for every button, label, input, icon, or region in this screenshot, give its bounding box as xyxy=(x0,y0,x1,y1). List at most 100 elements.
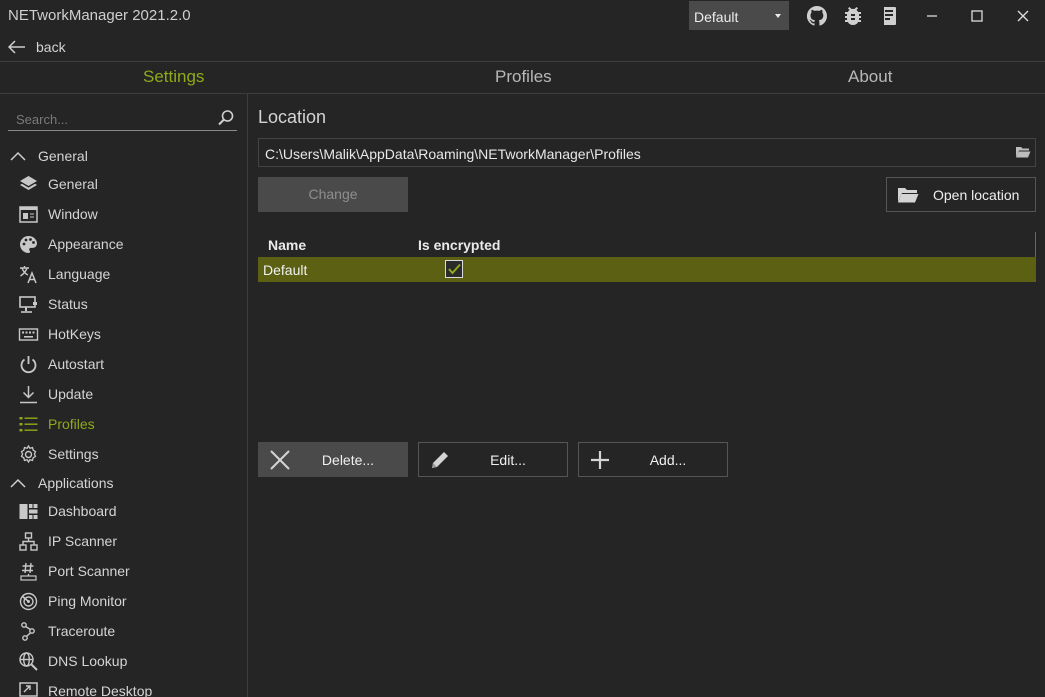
sidebar-item-hotkeys[interactable]: HotKeys xyxy=(18,321,238,347)
sidebar-item-dashboard[interactable]: Dashboard xyxy=(18,498,238,524)
sidebar-item-label: Remote Desktop xyxy=(48,683,153,697)
change-button[interactable]: Change xyxy=(258,177,408,212)
palette-icon xyxy=(18,234,39,255)
sidebar-item-label: Settings xyxy=(48,446,99,462)
chevron-down-icon xyxy=(775,14,781,18)
column-header-is-encrypted[interactable]: Is encrypted xyxy=(418,237,500,253)
maximize-icon[interactable] xyxy=(967,6,987,26)
edit-label: Edit... xyxy=(490,452,526,468)
list-icon xyxy=(18,414,39,435)
add-label: Add... xyxy=(649,452,687,468)
sidebar-item-label: Profiles xyxy=(48,416,95,432)
tab-about[interactable]: About xyxy=(848,67,892,87)
sidebar-item-label: Window xyxy=(48,206,98,222)
chevron-up-icon xyxy=(8,150,28,162)
keyboard-icon xyxy=(18,324,39,345)
open-location-button[interactable]: Open location xyxy=(886,177,1036,212)
sidebar-item-ip-scanner[interactable]: IP Scanner xyxy=(18,528,238,554)
open-location-label: Open location xyxy=(933,186,1020,203)
checkmark-icon xyxy=(448,263,461,275)
sidebar-item-label: General xyxy=(48,176,98,192)
sidebar-item-autostart[interactable]: Autostart xyxy=(18,351,238,377)
search-input[interactable] xyxy=(8,105,208,129)
folder-icon xyxy=(897,186,919,204)
table-row[interactable]: Default xyxy=(258,257,1036,282)
monitor-network-icon xyxy=(18,294,39,315)
encrypted-checkbox[interactable] xyxy=(445,260,463,278)
column-header-name[interactable]: Name xyxy=(268,237,306,253)
window-icon xyxy=(18,204,39,225)
power-icon xyxy=(18,354,39,375)
book-icon[interactable] xyxy=(877,4,901,28)
sidebar-item-appearance[interactable]: Appearance xyxy=(18,231,238,257)
sidebar-item-profiles[interactable]: Profiles xyxy=(18,411,238,437)
sidebar-item-label: Dashboard xyxy=(48,503,117,519)
sidebar-item-status[interactable]: Status xyxy=(18,291,238,317)
sidebar-item-label: Ping Monitor xyxy=(48,593,127,609)
group-header-general[interactable]: General xyxy=(8,145,88,167)
sidebar-item-label: Language xyxy=(48,266,111,282)
arrow-left-icon xyxy=(8,40,26,54)
sidebar-item-general[interactable]: General xyxy=(18,171,238,197)
magnify-globe-icon xyxy=(18,651,39,672)
group-header-applications[interactable]: Applications xyxy=(8,472,114,494)
sidebar-item-port-scanner[interactable]: Port Scanner xyxy=(18,558,238,584)
routes-icon xyxy=(18,621,39,642)
group-label-general: General xyxy=(38,148,88,164)
theme-selected-value: Default xyxy=(694,9,739,25)
sidebar-item-label: Port Scanner xyxy=(48,563,130,579)
settings-sidebar: General General Window Appearance Langua… xyxy=(0,94,248,697)
sidebar-item-dns-lookup[interactable]: DNS Lookup xyxy=(18,648,238,674)
gear-icon xyxy=(18,444,39,465)
top-tabs: Settings Profiles About xyxy=(0,61,1045,94)
layers-icon xyxy=(18,174,39,195)
sidebar-item-traceroute[interactable]: Traceroute xyxy=(18,618,238,644)
sidebar-item-label: Update xyxy=(48,386,94,402)
theme-dropdown[interactable]: Default xyxy=(689,1,789,30)
sidebar-item-label: DNS Lookup xyxy=(48,653,128,669)
back-button[interactable]: back xyxy=(8,37,66,57)
profiles-table: Name Is encrypted Default xyxy=(258,232,1036,282)
dashboard-icon xyxy=(18,501,39,522)
profile-name-cell: Default xyxy=(263,262,308,278)
profiles-location-value: C:\Users\Malik\AppData\Roaming\NETworkMa… xyxy=(265,146,641,162)
sidebar-item-label: IP Scanner xyxy=(48,533,118,549)
search-icon[interactable] xyxy=(217,109,235,127)
sidebar-item-settings[interactable]: Settings xyxy=(18,441,238,467)
sidebar-item-ping-monitor[interactable]: Ping Monitor xyxy=(18,588,238,614)
delete-label: Delete... xyxy=(321,452,375,468)
sidebar-item-label: Appearance xyxy=(48,236,124,252)
sidebar-item-label: Traceroute xyxy=(48,623,116,639)
translate-icon xyxy=(18,264,39,285)
bug-icon[interactable] xyxy=(841,4,865,28)
back-label: back xyxy=(36,39,66,55)
group-label-applications: Applications xyxy=(38,475,114,491)
table-header: Name Is encrypted xyxy=(258,232,1036,257)
add-profile-button[interactable]: Add... xyxy=(578,442,728,477)
sidebar-item-language[interactable]: Language xyxy=(18,261,238,287)
sidebar-item-window[interactable]: Window xyxy=(18,201,238,227)
lan-icon xyxy=(18,531,39,552)
edit-profile-button[interactable]: Edit... xyxy=(418,442,568,477)
sidebar-item-remote-desktop[interactable]: Remote Desktop xyxy=(18,678,238,697)
sidebar-item-label: HotKeys xyxy=(48,326,101,342)
sidebar-item-label: Autostart xyxy=(48,356,105,372)
tab-settings[interactable]: Settings xyxy=(143,67,204,87)
tab-profiles[interactable]: Profiles xyxy=(495,67,552,87)
github-icon[interactable] xyxy=(805,4,829,28)
sidebar-item-label: Status xyxy=(48,296,88,312)
profiles-settings-panel: Location C:\Users\Malik\AppData\Roaming\… xyxy=(248,94,1045,697)
chevron-up-icon xyxy=(8,477,28,489)
app-title: NETworkManager 2021.2.0 xyxy=(8,7,191,24)
close-icon[interactable] xyxy=(1013,6,1033,26)
section-title: Location xyxy=(258,107,327,127)
sidebar-item-update[interactable]: Update xyxy=(18,381,238,407)
download-icon xyxy=(18,384,39,405)
profiles-location-field[interactable]: C:\Users\Malik\AppData\Roaming\NETworkMa… xyxy=(258,138,1036,167)
radar-icon xyxy=(18,591,39,612)
minimize-icon[interactable] xyxy=(922,6,942,26)
folder-open-icon[interactable] xyxy=(1015,145,1031,159)
delete-profile-button[interactable]: Delete... xyxy=(258,442,408,477)
ethernet-port-icon xyxy=(18,561,39,582)
search-box xyxy=(8,105,237,131)
